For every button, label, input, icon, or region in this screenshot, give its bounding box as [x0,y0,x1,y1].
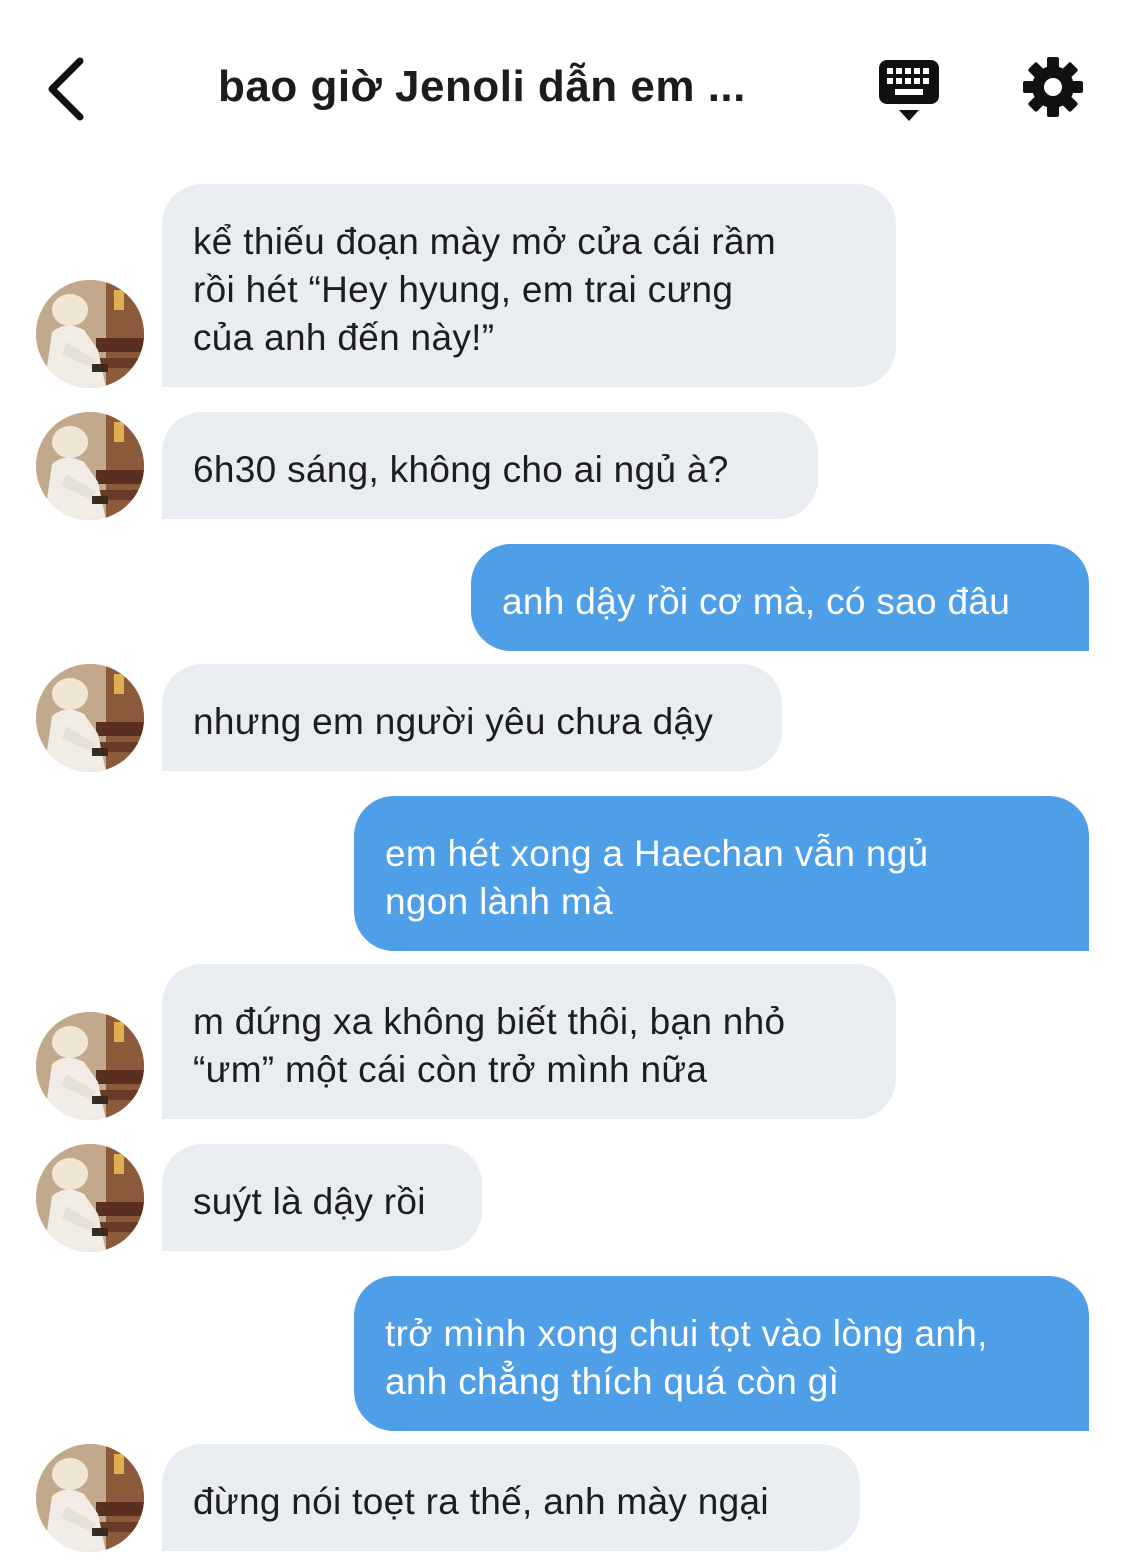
incoming-message[interactable]: nhưng em người yêu chưa dậy [162,664,782,771]
incoming-message[interactable]: m đứng xa không biết thôi, bạn nhỏ “ưm” … [162,964,896,1119]
avatar[interactable] [36,664,144,772]
avatar[interactable] [36,1012,144,1120]
avatar[interactable] [36,280,144,388]
outgoing-message[interactable]: trở mình xong chui tọt vào lòng anh, anh… [354,1276,1089,1431]
outgoing-message[interactable]: anh dậy rồi cơ mà, có sao đâu [471,544,1089,651]
avatar[interactable] [36,1144,144,1252]
incoming-message[interactable]: suýt là dậy rồi [162,1144,482,1251]
message-thread: kể thiếu đoạn mày mở cửa cái rầm rồi hét… [0,0,1125,1561]
outgoing-message[interactable]: em hét xong a Haechan vẫn ngủ ngon lành … [354,796,1089,951]
avatar[interactable] [36,412,144,520]
incoming-message[interactable]: kể thiếu đoạn mày mở cửa cái rầm rồi hét… [162,184,896,387]
avatar[interactable] [36,1444,144,1552]
incoming-message[interactable]: 6h30 sáng, không cho ai ngủ à? [162,412,818,519]
incoming-message[interactable]: đừng nói toẹt ra thế, anh mày ngại [162,1444,860,1551]
